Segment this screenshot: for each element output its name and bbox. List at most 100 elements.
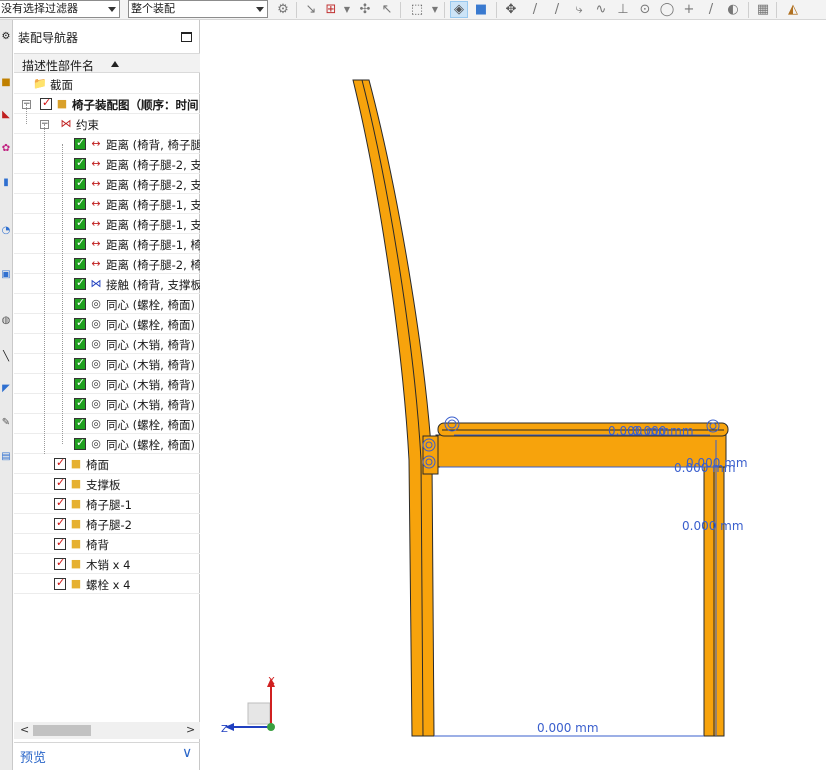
- tree-row[interactable]: ✓ ◎ 同心 (螺栓, 椅面): [14, 434, 200, 454]
- tree-row[interactable]: ✓ ◎ 同心 (螺栓, 椅面): [14, 314, 200, 334]
- chair-model-view[interactable]: 0.000 mm 0.000 mm 0.000 mm 0.000 mm 0.00…: [210, 20, 826, 770]
- tree-row[interactable]: ✓ ↔ 距离 (椅背, 椅子腿: [14, 134, 200, 154]
- visibility-checkbox[interactable]: ✓: [74, 236, 86, 250]
- tree-row[interactable]: ✓ ◎ 同心 (螺栓, 椅面): [14, 414, 200, 434]
- visibility-checkbox[interactable]: ✓: [74, 216, 86, 230]
- selection-scope-dropdown[interactable]: 整个装配: [128, 0, 268, 18]
- visibility-checkbox[interactable]: ✓: [74, 296, 86, 310]
- snap-icon[interactable]: ↘: [302, 1, 320, 18]
- tree-row[interactable]: − ✓ ■ 椅子装配图（顺序：时间: [14, 94, 200, 114]
- part-navigator-icon[interactable]: ✿: [0, 142, 12, 156]
- grid-icon[interactable]: ▦: [754, 1, 772, 18]
- endpoint-icon[interactable]: /: [526, 1, 544, 18]
- control-point-icon[interactable]: ⤷: [570, 1, 588, 18]
- sort-ascending-icon[interactable]: [111, 61, 119, 67]
- visibility-checkbox[interactable]: ✓: [74, 256, 86, 270]
- navigator-title-bar: 装配导航器: [14, 26, 200, 50]
- chevron-down-icon[interactable]: ▼: [338, 1, 356, 18]
- history-icon[interactable]: ▣: [0, 268, 12, 282]
- tree-row[interactable]: ✓ ■ 椅背: [14, 534, 200, 554]
- tree-row[interactable]: ✓ ⋈ 接触 (椅背, 支撑板: [14, 274, 200, 294]
- visibility-checkbox[interactable]: ✓: [54, 456, 66, 470]
- tree-row[interactable]: ✓ ↔ 距离 (椅子腿-1, 支: [14, 194, 200, 214]
- pointer-icon[interactable]: ↖: [378, 1, 396, 18]
- visibility-checkbox[interactable]: ✓: [74, 316, 86, 330]
- preview-panel-header[interactable]: 预览 ∨: [14, 742, 200, 770]
- magic-icon[interactable]: ◭: [784, 1, 802, 18]
- tree-row[interactable]: ✓ ◎ 同心 (木销, 椅背): [14, 334, 200, 354]
- tree-row[interactable]: ✓ ■ 椅子腿-2: [14, 514, 200, 534]
- visibility-checkbox[interactable]: ✓: [74, 376, 86, 390]
- tree-row[interactable]: − ⋈ 约束: [14, 114, 200, 134]
- assembly-filter-icon[interactable]: ⚙: [274, 1, 292, 18]
- visibility-checkbox[interactable]: ✓: [74, 196, 86, 210]
- visibility-checkbox[interactable]: ✓: [74, 176, 86, 190]
- process-studio-icon[interactable]: ╲: [0, 350, 12, 364]
- tree-row[interactable]: ✓ ■ 椅子腿-1: [14, 494, 200, 514]
- visibility-checkbox[interactable]: ✓: [74, 336, 86, 350]
- tree-row[interactable]: ✓ ◎ 同心 (木销, 椅背): [14, 374, 200, 394]
- visibility-checkbox[interactable]: ✓: [74, 356, 86, 370]
- visibility-checkbox[interactable]: ✓: [74, 156, 86, 170]
- snap-points-icon[interactable]: ✥: [502, 1, 520, 18]
- tree-row[interactable]: ✓ ■ 支撑板: [14, 474, 200, 494]
- tree-row[interactable]: ✓ ↔ 距离 (椅子腿-2, 椅: [14, 254, 200, 274]
- toolbar-separator: [296, 2, 297, 18]
- visibility-checkbox[interactable]: ✓: [40, 96, 52, 110]
- rectangle-select-icon[interactable]: ⬚: [408, 1, 426, 18]
- graphics-window[interactable]: 0.000 mm 0.000 mm 0.000 mm 0.000 mm 0.00…: [210, 20, 826, 770]
- system-materials-icon[interactable]: ◍: [0, 314, 12, 328]
- scroll-right-icon[interactable]: >: [186, 723, 195, 736]
- selection-filter-dropdown[interactable]: 没有选择过滤器: [0, 0, 120, 18]
- settings-icon[interactable]: ⚙: [0, 30, 12, 44]
- visibility-checkbox[interactable]: ✓: [54, 536, 66, 550]
- tools-icon[interactable]: ✎: [0, 416, 12, 430]
- tree-row[interactable]: ✓ ↔ 距离 (椅子腿-2, 支: [14, 174, 200, 194]
- visibility-checkbox[interactable]: ✓: [54, 556, 66, 570]
- tree-row[interactable]: ✓ ■ 螺栓 x 4: [14, 574, 200, 594]
- horizontal-scrollbar[interactable]: < >: [14, 722, 200, 739]
- tree-row[interactable]: ✓ ◎ 同心 (螺栓, 椅面): [14, 294, 200, 314]
- point-on-curve-icon[interactable]: /: [702, 1, 720, 18]
- tree-row[interactable]: ✓ ↔ 距离 (椅子腿-1, 椅: [14, 234, 200, 254]
- assembly-navigator-icon[interactable]: ■: [0, 76, 12, 90]
- existing-point-icon[interactable]: +: [680, 1, 698, 18]
- web-browser-icon[interactable]: ◔: [0, 224, 12, 238]
- intersection-icon[interactable]: ⊥: [614, 1, 632, 18]
- chevron-down-icon[interactable]: ∨: [182, 745, 192, 761]
- chevron-down-icon[interactable]: ▼: [426, 1, 444, 18]
- tree-row[interactable]: ✓ ◎ 同心 (木销, 椅背): [14, 354, 200, 374]
- reuse-library-icon[interactable]: ▮: [0, 176, 12, 190]
- palette-icon[interactable]: ▤: [0, 450, 12, 464]
- visibility-checkbox[interactable]: ✓: [74, 416, 86, 430]
- scroll-thumb[interactable]: [33, 725, 91, 736]
- cube-icon[interactable]: ■: [472, 1, 490, 18]
- tree-row[interactable]: 📁 截面: [14, 74, 200, 94]
- visibility-checkbox[interactable]: ✓: [74, 136, 86, 150]
- roles-icon[interactable]: ◤: [0, 382, 12, 396]
- visibility-checkbox[interactable]: ✓: [74, 396, 86, 410]
- tree-row[interactable]: ✓ ↔ 距离 (椅子腿-1, 支: [14, 214, 200, 234]
- visibility-checkbox[interactable]: ✓: [74, 276, 86, 290]
- curve-point-icon[interactable]: ∿: [592, 1, 610, 18]
- tree-row[interactable]: ✓ ■ 椅面: [14, 454, 200, 474]
- midpoint-icon[interactable]: /: [548, 1, 566, 18]
- maximize-icon[interactable]: [181, 32, 192, 42]
- visibility-checkbox[interactable]: ✓: [54, 516, 66, 530]
- visibility-checkbox[interactable]: ✓: [54, 496, 66, 510]
- constraint-navigator-icon[interactable]: ◣: [0, 108, 12, 122]
- visibility-checkbox[interactable]: ✓: [54, 576, 66, 590]
- shaded-icon[interactable]: ◈: [450, 1, 468, 18]
- point-on-face-icon[interactable]: ◐: [724, 1, 742, 18]
- move-icon[interactable]: ✣: [356, 1, 374, 18]
- scroll-left-icon[interactable]: <: [20, 723, 29, 736]
- tree-row-label: 距离 (椅子腿-1, 椅: [106, 238, 200, 252]
- visibility-checkbox[interactable]: ✓: [74, 436, 86, 450]
- quadrant-icon[interactable]: ◯: [658, 1, 676, 18]
- tree-row[interactable]: ✓ ◎ 同心 (木销, 椅背): [14, 394, 200, 414]
- arc-center-icon[interactable]: ⊙: [636, 1, 654, 18]
- column-header[interactable]: 描述性部件名: [14, 53, 200, 73]
- tree-row[interactable]: ✓ ■ 木销 x 4: [14, 554, 200, 574]
- visibility-checkbox[interactable]: ✓: [54, 476, 66, 490]
- tree-row[interactable]: ✓ ↔ 距离 (椅子腿-2, 支: [14, 154, 200, 174]
